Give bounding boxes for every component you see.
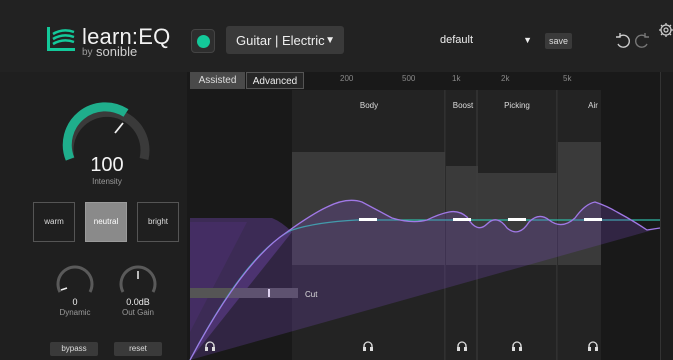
chevron-down-icon: ▼ bbox=[523, 35, 532, 45]
freq-label: 200 bbox=[340, 74, 354, 83]
dynamic-value: 0 bbox=[72, 297, 78, 307]
band-air-label: Air bbox=[588, 101, 598, 110]
out-gain-value: 0.0dB bbox=[126, 297, 150, 307]
out-gain-label: Out Gain bbox=[121, 308, 154, 317]
output-meter-panel bbox=[660, 72, 673, 360]
band-air-handle bbox=[584, 218, 602, 221]
tone-bright-button[interactable]: bright bbox=[137, 202, 179, 242]
freq-label: 5k bbox=[563, 74, 572, 83]
headphones-icon[interactable] bbox=[362, 340, 374, 352]
intensity-value: 100 bbox=[90, 154, 124, 176]
undo-icon[interactable] bbox=[614, 32, 632, 50]
redo-icon[interactable] bbox=[633, 32, 651, 50]
bypass-button[interactable]: bypass bbox=[50, 342, 98, 356]
dynamic-knob[interactable] bbox=[53, 262, 97, 296]
profile-label: Guitar | Electric bbox=[236, 33, 325, 48]
power-indicator-icon bbox=[197, 35, 210, 48]
logo-brand: sonible bbox=[96, 44, 138, 59]
band-picking-handle bbox=[508, 218, 526, 221]
freq-label: 500 bbox=[402, 74, 416, 83]
tab-assisted[interactable]: Assisted bbox=[190, 72, 245, 89]
power-button[interactable] bbox=[191, 29, 215, 53]
headphones-icon[interactable] bbox=[511, 340, 523, 352]
gear-icon[interactable] bbox=[658, 22, 673, 38]
logo-icon bbox=[47, 27, 75, 51]
preset-dropdown[interactable]: default ▼ bbox=[440, 34, 536, 46]
dynamic-label: Dynamic bbox=[59, 308, 91, 317]
freq-label: 2k bbox=[501, 74, 510, 83]
cut-label: Cut bbox=[305, 290, 318, 299]
band-picking-label: Picking bbox=[504, 101, 530, 110]
reset-button[interactable]: reset bbox=[114, 342, 162, 356]
intensity-label: Intensity bbox=[92, 177, 122, 186]
tone-warm-button[interactable]: warm bbox=[33, 202, 75, 242]
headphones-icon[interactable] bbox=[204, 340, 216, 352]
profile-dropdown[interactable]: Guitar | Electric ▼ bbox=[226, 26, 344, 54]
save-button[interactable]: save bbox=[545, 33, 572, 49]
preset-label: default bbox=[440, 34, 474, 46]
band-body-label: Body bbox=[359, 101, 379, 110]
eq-display[interactable] bbox=[187, 72, 660, 360]
tone-neutral-button[interactable]: neutral bbox=[85, 202, 127, 242]
chevron-down-icon: ▼ bbox=[325, 35, 335, 46]
out-gain-knob[interactable] bbox=[116, 262, 160, 296]
headphones-icon[interactable] bbox=[456, 340, 468, 352]
band-body-handle bbox=[359, 218, 377, 221]
freq-label: 1k bbox=[452, 74, 461, 83]
band-boost-label: Boost bbox=[452, 101, 474, 110]
band-boost-handle bbox=[453, 218, 471, 221]
headphones-icon[interactable] bbox=[587, 340, 599, 352]
logo-by: by bbox=[82, 47, 93, 58]
tab-advanced[interactable]: Advanced bbox=[246, 72, 304, 89]
eq-graph bbox=[189, 90, 660, 360]
